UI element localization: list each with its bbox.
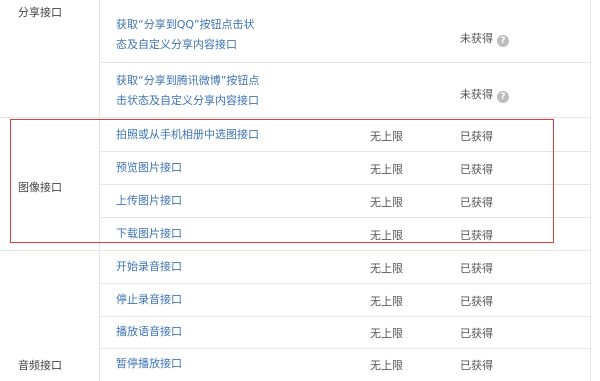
share-qq-api-link[interactable]: 获取“分享到QQ”按钮点击状 态及自定义分享内容接口 [116, 15, 255, 55]
choose-image-api-link[interactable]: 拍照或从手机相册中选图接口 [116, 125, 259, 145]
status-text: 未获得 [460, 32, 493, 45]
status-cell: 已获得 [460, 327, 493, 340]
row-divider [100, 348, 590, 349]
limit-cell: 无上限 [370, 327, 403, 340]
share-weibo-api-link[interactable]: 获取“分享到腾讯微博”按钮点 击状态及自定义分享内容接口 [116, 71, 259, 111]
start-record-api-link[interactable]: 开始录音接口 [116, 257, 182, 277]
api-name-line: 态及自定义分享内容接口 [116, 38, 237, 51]
row-divider [100, 283, 590, 284]
status-text: 未获得 [460, 88, 493, 101]
upload-image-api-link[interactable]: 上传图片接口 [116, 191, 182, 211]
api-name-line: 击状态及自定义分享内容接口 [116, 94, 259, 107]
table-right-edge [590, 0, 591, 381]
row-divider [100, 151, 590, 152]
limit-cell: 无上限 [370, 130, 403, 143]
status-cell: 未获得? [460, 86, 509, 103]
limit-cell: 无上限 [370, 295, 403, 308]
row-divider [100, 184, 590, 185]
status-cell: 已获得 [460, 196, 493, 209]
column-divider [99, 0, 100, 381]
row-divider [100, 316, 590, 317]
download-image-api-link[interactable]: 下载图片接口 [116, 224, 182, 244]
status-cell: 已获得 [460, 229, 493, 242]
question-icon[interactable]: ? [497, 35, 509, 47]
category-share: 分享接口 [0, 0, 99, 115]
status-cell: 已获得 [460, 295, 493, 308]
row-divider [100, 62, 590, 63]
category-label: 音频接口 [18, 359, 62, 372]
category-audio: 音频接口 [0, 250, 99, 381]
api-name-line: 获取“分享到腾讯微博”按钮点 [116, 74, 260, 87]
status-cell: 已获得 [460, 163, 493, 176]
preview-image-api-link[interactable]: 预览图片接口 [116, 158, 182, 178]
status-cell: 已获得 [460, 262, 493, 275]
category-divider [0, 250, 590, 251]
status-cell: 已获得 [460, 130, 493, 143]
status-cell: 已获得 [460, 359, 493, 372]
limit-cell: 无上限 [370, 229, 403, 242]
limit-cell: 无上限 [370, 196, 403, 209]
stop-record-api-link[interactable]: 停止录音接口 [116, 290, 182, 310]
row-divider [100, 217, 590, 218]
play-voice-api-link[interactable]: 播放语音接口 [116, 322, 182, 342]
category-column: 分享接口 图像接口 音频接口 [0, 0, 99, 381]
limit-cell: 无上限 [370, 359, 403, 372]
category-label: 图像接口 [18, 181, 62, 194]
limit-cell: 无上限 [370, 262, 403, 275]
category-divider [0, 117, 590, 118]
api-name-line: 获取“分享到QQ”按钮点击状 [116, 18, 255, 31]
question-icon[interactable]: ? [497, 91, 509, 103]
category-label: 分享接口 [18, 6, 62, 19]
status-cell: 未获得? [460, 30, 509, 47]
limit-cell: 无上限 [370, 163, 403, 176]
pause-voice-api-link[interactable]: 暂停播放接口 [116, 354, 182, 374]
category-image: 图像接口 [0, 115, 99, 250]
